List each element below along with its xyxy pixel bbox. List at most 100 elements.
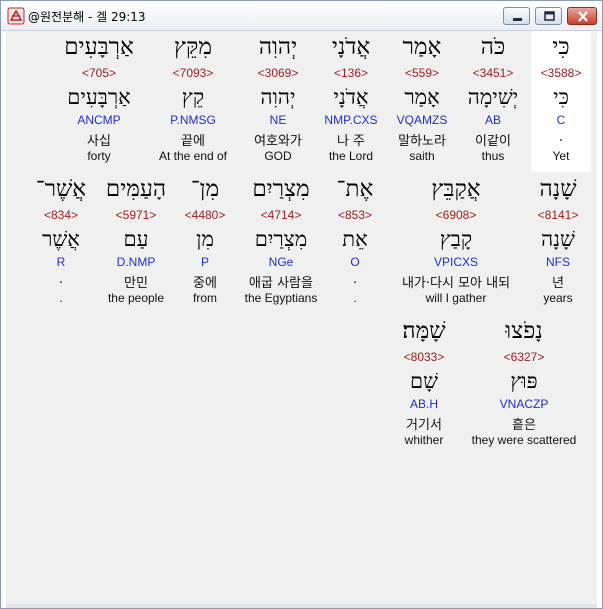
word-cell[interactable]: אֲדֹנָי <136> אֲדֹנָי NMP.CXS 나 주 the Lo… bbox=[316, 31, 386, 172]
korean-gloss: 말하노라 bbox=[398, 134, 446, 149]
morph-code: VNACZP bbox=[499, 397, 549, 411]
english-gloss: thus bbox=[481, 149, 505, 163]
morph-code: R bbox=[56, 255, 66, 269]
word-cell[interactable]: שָׁנָה <8141> שָׁנָה NFS 년 years bbox=[524, 173, 592, 313]
word-cell[interactable]: מִקֵּץ <7093> קֵץ P.NMSG 끝에 At the end o… bbox=[149, 31, 237, 172]
lexical-form: אֲדֹנָי bbox=[333, 85, 369, 109]
morph-code: P bbox=[200, 255, 209, 269]
strong-number: <6908> bbox=[435, 208, 477, 222]
strong-number: <559> bbox=[404, 66, 440, 80]
word-cell[interactable]: כֹּה <3451> יְשִׁימָה AB 이같이 thus bbox=[458, 31, 528, 172]
hebrew-word: יְהוִה bbox=[258, 34, 298, 60]
word-cell[interactable]: מִן־ <4480> מִן P 중에 from bbox=[178, 173, 232, 313]
word-cell[interactable]: הָעַמִּים <5971> עַם D.NMP 만민 the people bbox=[98, 173, 174, 313]
word-cell[interactable]: אַרְבָּעִים <705> אַרְבָּעִים ANCMP 사십 f… bbox=[54, 31, 144, 172]
strong-number: <4480> bbox=[184, 208, 226, 222]
hebrew-word: כֹּה bbox=[480, 34, 506, 60]
hebrew-word: אֶת־ bbox=[336, 176, 374, 202]
korean-gloss: 이같이 bbox=[475, 134, 511, 149]
morph-code: AB.H bbox=[409, 397, 438, 411]
english-gloss: years bbox=[543, 291, 573, 305]
korean-gloss: . bbox=[58, 272, 64, 287]
english-gloss: Yet bbox=[552, 149, 570, 163]
lexical-form: קָבַץ bbox=[439, 227, 473, 251]
bottom-frame-edge bbox=[6, 604, 597, 608]
strong-number: <136> bbox=[333, 66, 369, 80]
english-gloss: from bbox=[193, 291, 217, 305]
morph-code: VQAMZS bbox=[396, 113, 448, 127]
morph-code: VPICXS bbox=[433, 255, 478, 269]
lexical-form: שָׁם bbox=[410, 369, 438, 393]
strong-number: <5971> bbox=[115, 208, 157, 222]
strong-number: <3588> bbox=[540, 66, 582, 80]
korean-gloss: 흩은 bbox=[512, 418, 536, 433]
word-cell[interactable]: אֲקַבֵּץ <6908> קָבַץ VPICXS 내가·다시 모아 내되… bbox=[384, 173, 528, 313]
english-gloss: whither bbox=[404, 433, 444, 447]
english-gloss: will I gather bbox=[425, 291, 487, 305]
minimize-button[interactable] bbox=[503, 7, 530, 25]
lexical-form: מִצְרַיִם bbox=[254, 227, 308, 251]
lexical-form: אֵת bbox=[342, 227, 368, 251]
word-cell[interactable]: מִצְרַיִם <4714> מִצְרַיִם NGe 애굽 사람을 th… bbox=[236, 173, 326, 313]
hebrew-word: נָפֹצוּ bbox=[505, 318, 543, 344]
word-cell[interactable]: שָׁמָּה׃ <8033> שָׁם AB.H 거기서 whither bbox=[390, 315, 458, 455]
hebrew-word: הָעַמִּים bbox=[105, 176, 167, 202]
lexical-form: יְשִׁימָה bbox=[467, 85, 519, 109]
lexical-form: כִּי bbox=[553, 85, 569, 109]
korean-gloss: 애굽 사람을 bbox=[249, 276, 313, 291]
title-bar[interactable]: @원전분해 - 겔 29:13 bbox=[1, 1, 602, 31]
hebrew-word: אֲקַבֵּץ bbox=[431, 176, 481, 202]
lexical-form: אַרְבָּעִים bbox=[67, 85, 131, 109]
word-cell[interactable]: אָמַר <559> אָמַר VQAMZS 말하노라 saith bbox=[386, 31, 458, 172]
strong-number: <4714> bbox=[260, 208, 302, 222]
hebrew-word: אֲדֹנָי bbox=[331, 34, 371, 60]
close-button[interactable] bbox=[567, 7, 597, 25]
lexical-form: יְהוִה bbox=[260, 85, 296, 109]
maximize-button[interactable] bbox=[535, 7, 562, 25]
lexical-form: פּוּץ bbox=[510, 369, 538, 393]
maximize-icon bbox=[544, 11, 555, 21]
lexical-form: אֲשֶׁר bbox=[42, 227, 80, 251]
strong-number: <8141> bbox=[537, 208, 579, 222]
strong-number: <834> bbox=[43, 208, 79, 222]
hebrew-word: אֲשֶׁר־ bbox=[35, 176, 87, 202]
korean-gloss: 내가·다시 모아 내되 bbox=[401, 276, 511, 291]
english-gloss: At the end of bbox=[158, 149, 228, 163]
hebrew-word: שָׁנָה bbox=[539, 176, 577, 202]
morph-code: D.NMP bbox=[116, 255, 156, 269]
morph-code: C bbox=[556, 113, 566, 127]
english-gloss: the Lord bbox=[328, 149, 374, 163]
morph-code: AB bbox=[484, 113, 501, 127]
morph-code: P.NMSG bbox=[170, 113, 216, 127]
english-gloss: forty bbox=[87, 149, 111, 163]
english-gloss: GOD bbox=[264, 149, 292, 163]
english-gloss: . bbox=[59, 291, 63, 305]
morph-code: NFS bbox=[546, 255, 570, 269]
hebrew-word: מִקֵּץ bbox=[174, 34, 212, 60]
lexical-form: עַם bbox=[123, 227, 149, 251]
english-gloss: they were scattered bbox=[471, 433, 577, 447]
word-cell[interactable]: כִּי <3588> כִּי C . Yet bbox=[531, 31, 591, 172]
app-logo-icon bbox=[7, 7, 25, 25]
korean-gloss: 사십 bbox=[87, 134, 111, 149]
morph-code: NE bbox=[269, 113, 287, 127]
morph-code: O bbox=[350, 255, 360, 269]
korean-gloss: 년 bbox=[552, 276, 564, 291]
word-cell[interactable]: אֶת־ <853> אֵת O . . bbox=[328, 173, 382, 313]
word-analysis-panel: כִּי <3588> כִּי C . Yet כֹּה <3451> יְש… bbox=[6, 31, 597, 604]
word-cell[interactable]: אֲשֶׁר־ <834> אֲשֶׁר R . . bbox=[28, 173, 94, 313]
strong-number: <3069> bbox=[257, 66, 299, 80]
minimize-icon bbox=[513, 18, 522, 21]
korean-gloss: . bbox=[352, 272, 358, 287]
korean-gloss: 중에 bbox=[193, 276, 217, 291]
morph-code: ANCMP bbox=[77, 113, 121, 127]
strong-number: <8033> bbox=[403, 350, 445, 364]
lexical-form: אָמַר bbox=[404, 85, 440, 109]
lexical-form: מִן bbox=[196, 227, 214, 251]
word-cell[interactable]: נָפֹצוּ <6327> פּוּץ VNACZP 흩은 they were… bbox=[462, 315, 586, 455]
lexical-form: קֵץ bbox=[181, 85, 205, 109]
korean-gloss: 끝에 bbox=[181, 134, 205, 149]
hebrew-word: מִן־ bbox=[190, 176, 220, 202]
word-cell[interactable]: יְהוִה <3069> יְהוִה NE 여호와가 GOD bbox=[242, 31, 314, 172]
hebrew-word: אָמַר bbox=[402, 34, 442, 60]
